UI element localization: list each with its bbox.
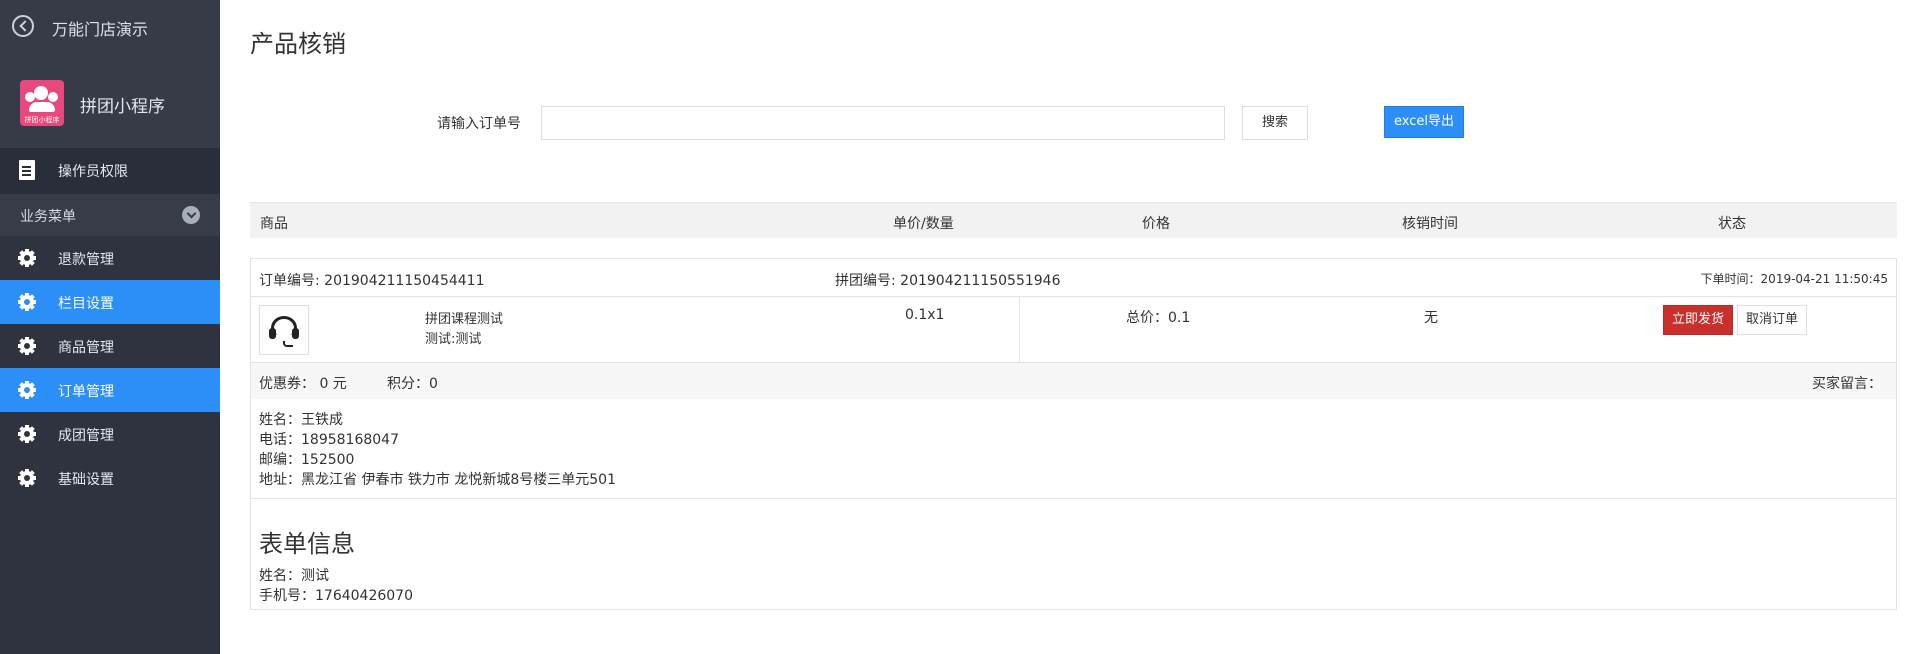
sidebar: 万能门店演示 拼团小程序 拼团小程序 操作员权限 业务菜单 退款管理 栏目设置 … — [0, 0, 220, 654]
form-mobile: 手机号：17640426070 — [259, 588, 413, 604]
order-goods-row: 拼团课程测试 测试:测试 0.1x1 总价：0.1 无 立即发货 取消订单 — [251, 297, 1896, 363]
sidebar-item-group-management[interactable]: 成团管理 — [0, 412, 220, 456]
form-info: 表单信息 姓名：测试 手机号：17640426070 — [251, 499, 1896, 609]
ship-now-button[interactable]: 立即发货 — [1663, 305, 1733, 335]
app-name: 拼团小程序 — [80, 97, 165, 117]
gear-icon — [18, 469, 36, 487]
order-time: 下单时间：2019-04-21 11:50:45 — [1700, 272, 1888, 286]
sidebar-item-label: 商品管理 — [58, 340, 114, 356]
product-spec: 测试:测试 — [425, 332, 482, 347]
sidebar-item-products[interactable]: 商品管理 — [0, 324, 220, 368]
coupon-points-row: 优惠券： 0 元 积分：0 买家留言： — [251, 363, 1896, 399]
back-to-store-link[interactable]: 万能门店演示 — [0, 0, 220, 54]
business-menu-section[interactable]: 业务菜单 — [0, 194, 220, 236]
search-label: 请输入订单号 — [437, 116, 521, 132]
sidebar-menu: 退款管理 栏目设置 商品管理 订单管理 成团管理 基础设置 — [0, 236, 220, 500]
back-arrow-icon — [12, 15, 34, 37]
search-button[interactable]: 搜索 — [1242, 106, 1308, 140]
app-header: 拼团小程序 拼团小程序 — [0, 54, 220, 148]
sidebar-item-orders[interactable]: 订单管理 — [0, 368, 220, 412]
total-price: 总价：0.1 — [1126, 310, 1191, 326]
order-number: 订单编号: 201904211150454411 — [259, 273, 485, 289]
product-thumbnail — [259, 305, 309, 355]
recipient-address: 地址：黑龙江省 伊春市 铁力市 龙悦新城8号楼三单元501 — [259, 472, 616, 488]
app-logo: 拼团小程序 — [20, 80, 64, 126]
column-header-product: 商品 — [260, 216, 288, 232]
store-name: 万能门店演示 — [52, 20, 149, 39]
column-header-unit-qty: 单价/数量 — [893, 216, 954, 232]
verify-time: 无 — [1424, 310, 1438, 326]
page-title: 产品核销 — [250, 30, 346, 58]
sidebar-item-label: 订单管理 — [58, 384, 114, 400]
sidebar-item-basic-settings[interactable]: 基础设置 — [0, 456, 220, 500]
form-info-title: 表单信息 — [259, 530, 355, 558]
sidebar-item-label: 操作员权限 — [58, 164, 128, 180]
column-header-price: 价格 — [1142, 216, 1170, 232]
buyer-note: 买家留言： — [1812, 376, 1882, 392]
sidebar-item-refund[interactable]: 退款管理 — [0, 236, 220, 280]
unit-price-quantity: 0.1x1 — [905, 307, 945, 323]
order-card: 订单编号: 201904211150454411 拼团编号: 201904211… — [250, 258, 1897, 610]
gear-icon — [18, 381, 36, 399]
table-header: 商品 单价/数量 价格 核销时间 状态 — [250, 202, 1897, 238]
sidebar-item-label: 退款管理 — [58, 252, 114, 268]
sidebar-item-operator-permissions[interactable]: 操作员权限 — [0, 148, 220, 194]
sidebar-item-column-settings[interactable]: 栏目设置 — [0, 280, 220, 324]
recipient-zip: 邮编：152500 — [259, 452, 355, 468]
gear-icon — [18, 337, 36, 355]
gear-icon — [18, 249, 36, 267]
sidebar-item-label: 基础设置 — [58, 472, 114, 488]
recipient-phone: 电话：18958168047 — [259, 432, 399, 448]
product-name: 拼团课程测试 — [425, 312, 504, 327]
form-name: 姓名：测试 — [259, 568, 329, 584]
gear-icon — [18, 425, 36, 443]
group-number: 拼团编号: 201904211150551946 — [835, 273, 1061, 289]
document-edit-icon — [19, 160, 35, 180]
order-header-row: 订单编号: 201904211150454411 拼团编号: 201904211… — [251, 259, 1896, 297]
column-header-status: 状态 — [1718, 216, 1746, 232]
shipping-info: 姓名：王铁成 电话：18958168047 邮编：152500 地址：黑龙江省 … — [251, 399, 1896, 499]
chevron-down-icon[interactable] — [182, 206, 200, 224]
coupon: 优惠券： 0 元 — [259, 376, 347, 392]
gear-icon — [18, 293, 36, 311]
headset-icon — [269, 315, 299, 347]
excel-export-button[interactable]: excel导出 — [1384, 106, 1464, 138]
points: 积分：0 — [387, 376, 438, 392]
sidebar-item-label: 成团管理 — [58, 428, 114, 444]
column-header-verify-time: 核销时间 — [1402, 216, 1458, 232]
column-divider — [1019, 297, 1020, 363]
cancel-order-button[interactable]: 取消订单 — [1737, 305, 1807, 335]
recipient-name: 姓名：王铁成 — [259, 412, 343, 428]
sidebar-item-label: 栏目设置 — [58, 296, 114, 312]
order-number-input[interactable] — [541, 106, 1225, 140]
section-label: 业务菜单 — [20, 209, 76, 225]
